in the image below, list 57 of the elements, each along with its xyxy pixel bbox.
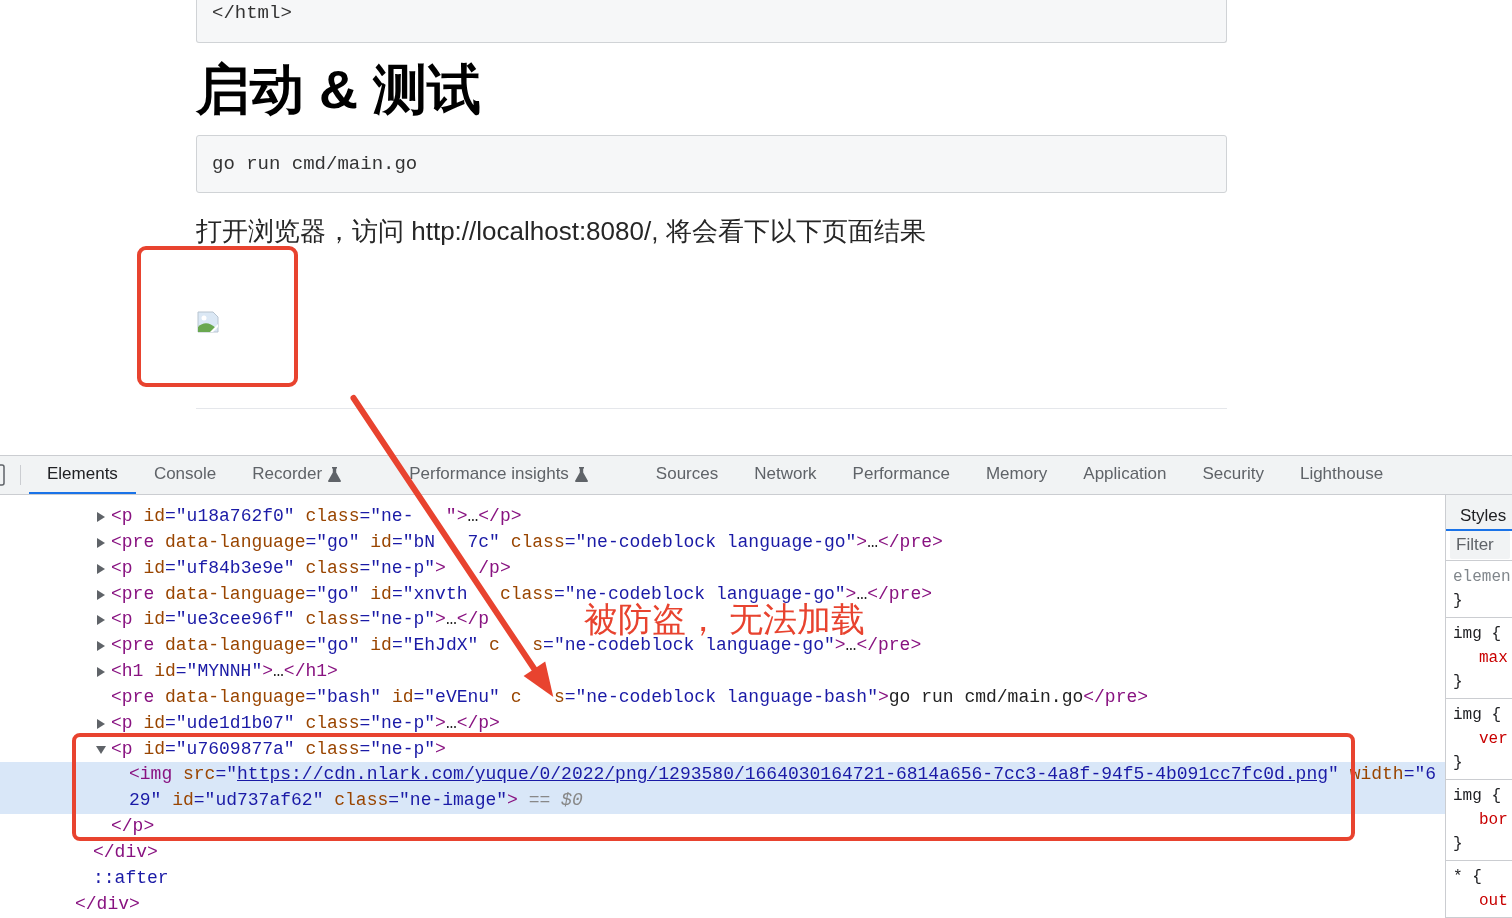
dom-node-line[interactable]: <pre data-language="go" id="bN 7c" class="ne-codeblock language-go">…</pre> [111, 531, 943, 552]
css-selector: img { [1453, 705, 1502, 726]
filter-field[interactable]: Filter [1450, 531, 1510, 560]
annotation-label: 被防盗， 无法加载 [584, 602, 866, 636]
code-text: </html> [212, 1, 292, 26]
dom-node-line[interactable]: <p id="u18a762f0" class="ne- ">…</p> [111, 506, 522, 526]
toolbar-icon[interactable] [0, 464, 6, 486]
css-property[interactable]: out [1453, 889, 1512, 913]
dom-node-line[interactable]: <h1 id="MYNNH">…</h1> [111, 661, 338, 682]
devtools-tab[interactable]: Console [135, 456, 235, 494]
dom-node-line[interactable]: <p id="u7609877a" class="ne-p"> [111, 738, 446, 759]
dom-node-line[interactable]: <pre data-language="bash" id="eVEnu" c s="ne-codeblock language-bash">go run cmd/main.go</pre> [111, 686, 1149, 707]
expand-triangle-icon[interactable] [97, 589, 105, 600]
css-property[interactable]: ver [1453, 727, 1512, 751]
devtools-tab[interactable]: Memory [967, 456, 1066, 494]
dom-node-line[interactable]: </div> [75, 893, 140, 914]
code-text: go run cmd/main.go [212, 151, 418, 177]
expand-triangle-icon[interactable] [97, 615, 105, 626]
css-brace: } [1453, 591, 1464, 612]
dom-node-line[interactable]: ::after [93, 867, 169, 888]
collapse-triangle-icon[interactable] [96, 745, 106, 754]
devtools-tab[interactable]: Performance insights [391, 456, 638, 494]
css-selector: img { [1453, 624, 1502, 645]
css-property[interactable]: max [1453, 646, 1512, 670]
link[interactable]: https://cdn.nlark.com/yuque/0/2022/png/1293580/1664030164721-6814a656-7cc3-4a8f-94f5-4b091cc7fc0d.png [237, 764, 1329, 785]
css-selector: * { [1453, 867, 1483, 888]
css-brace: } [1453, 672, 1464, 693]
devtools-tab[interactable]: Performance [834, 456, 968, 494]
devtools-tab[interactable]: Lighthouse [1281, 456, 1402, 494]
dom-node-line[interactable]: <p id="uf84b3e9e" class="ne-p"> /p> [111, 557, 511, 578]
devtools-tab[interactable]: Network [736, 456, 835, 494]
dom-node-line[interactable]: </p> [111, 816, 155, 837]
dom-node-line[interactable]: <p id="ue3cee96f" class="ne-p">…</p [111, 609, 490, 630]
paragraph: 打开浏览器，访问 http://localhost:8080/, 将会看下以下页面结果 [196, 215, 927, 247]
dom-node-line[interactable]: <pre data-language="go" id="EhJdX" c s="ne-codeblock language-go">…</pre> [111, 635, 922, 656]
expand-triangle-icon[interactable] [97, 563, 105, 574]
broken-image-icon [196, 310, 220, 334]
devtools-tab[interactable]: Security [1184, 456, 1282, 494]
css-selector: elemen [1453, 567, 1512, 588]
expand-triangle-icon[interactable] [97, 667, 105, 678]
css-selector: img { [1453, 786, 1502, 807]
devtools-tab[interactable]: Elements [29, 456, 136, 494]
css-property[interactable]: bor [1453, 808, 1512, 832]
devtools-tab[interactable]: Application [1065, 456, 1185, 494]
dom-node-line[interactable]: <pre data-language="go" id="xnvth class="ne-codeblock language-go">…</pre> [111, 583, 932, 604]
section-heading: 启动 & 测试 [196, 58, 482, 121]
styles-tab[interactable]: Styles [1446, 495, 1512, 531]
expand-triangle-icon[interactable] [97, 641, 105, 652]
css-brace: } [1453, 834, 1464, 855]
devtools-tab[interactable]: Recorder [234, 456, 392, 494]
devtools-tab[interactable]: Sources [637, 456, 737, 494]
expand-triangle-icon[interactable] [97, 718, 105, 729]
css-brace: } [1453, 753, 1464, 774]
dom-node-line[interactable]: </div> [93, 841, 158, 862]
expand-triangle-icon[interactable] [97, 537, 105, 548]
expand-triangle-icon[interactable] [97, 512, 105, 522]
dom-node-line[interactable]: <p id="ude1d1b07" class="ne-p">…</p> [111, 712, 500, 733]
